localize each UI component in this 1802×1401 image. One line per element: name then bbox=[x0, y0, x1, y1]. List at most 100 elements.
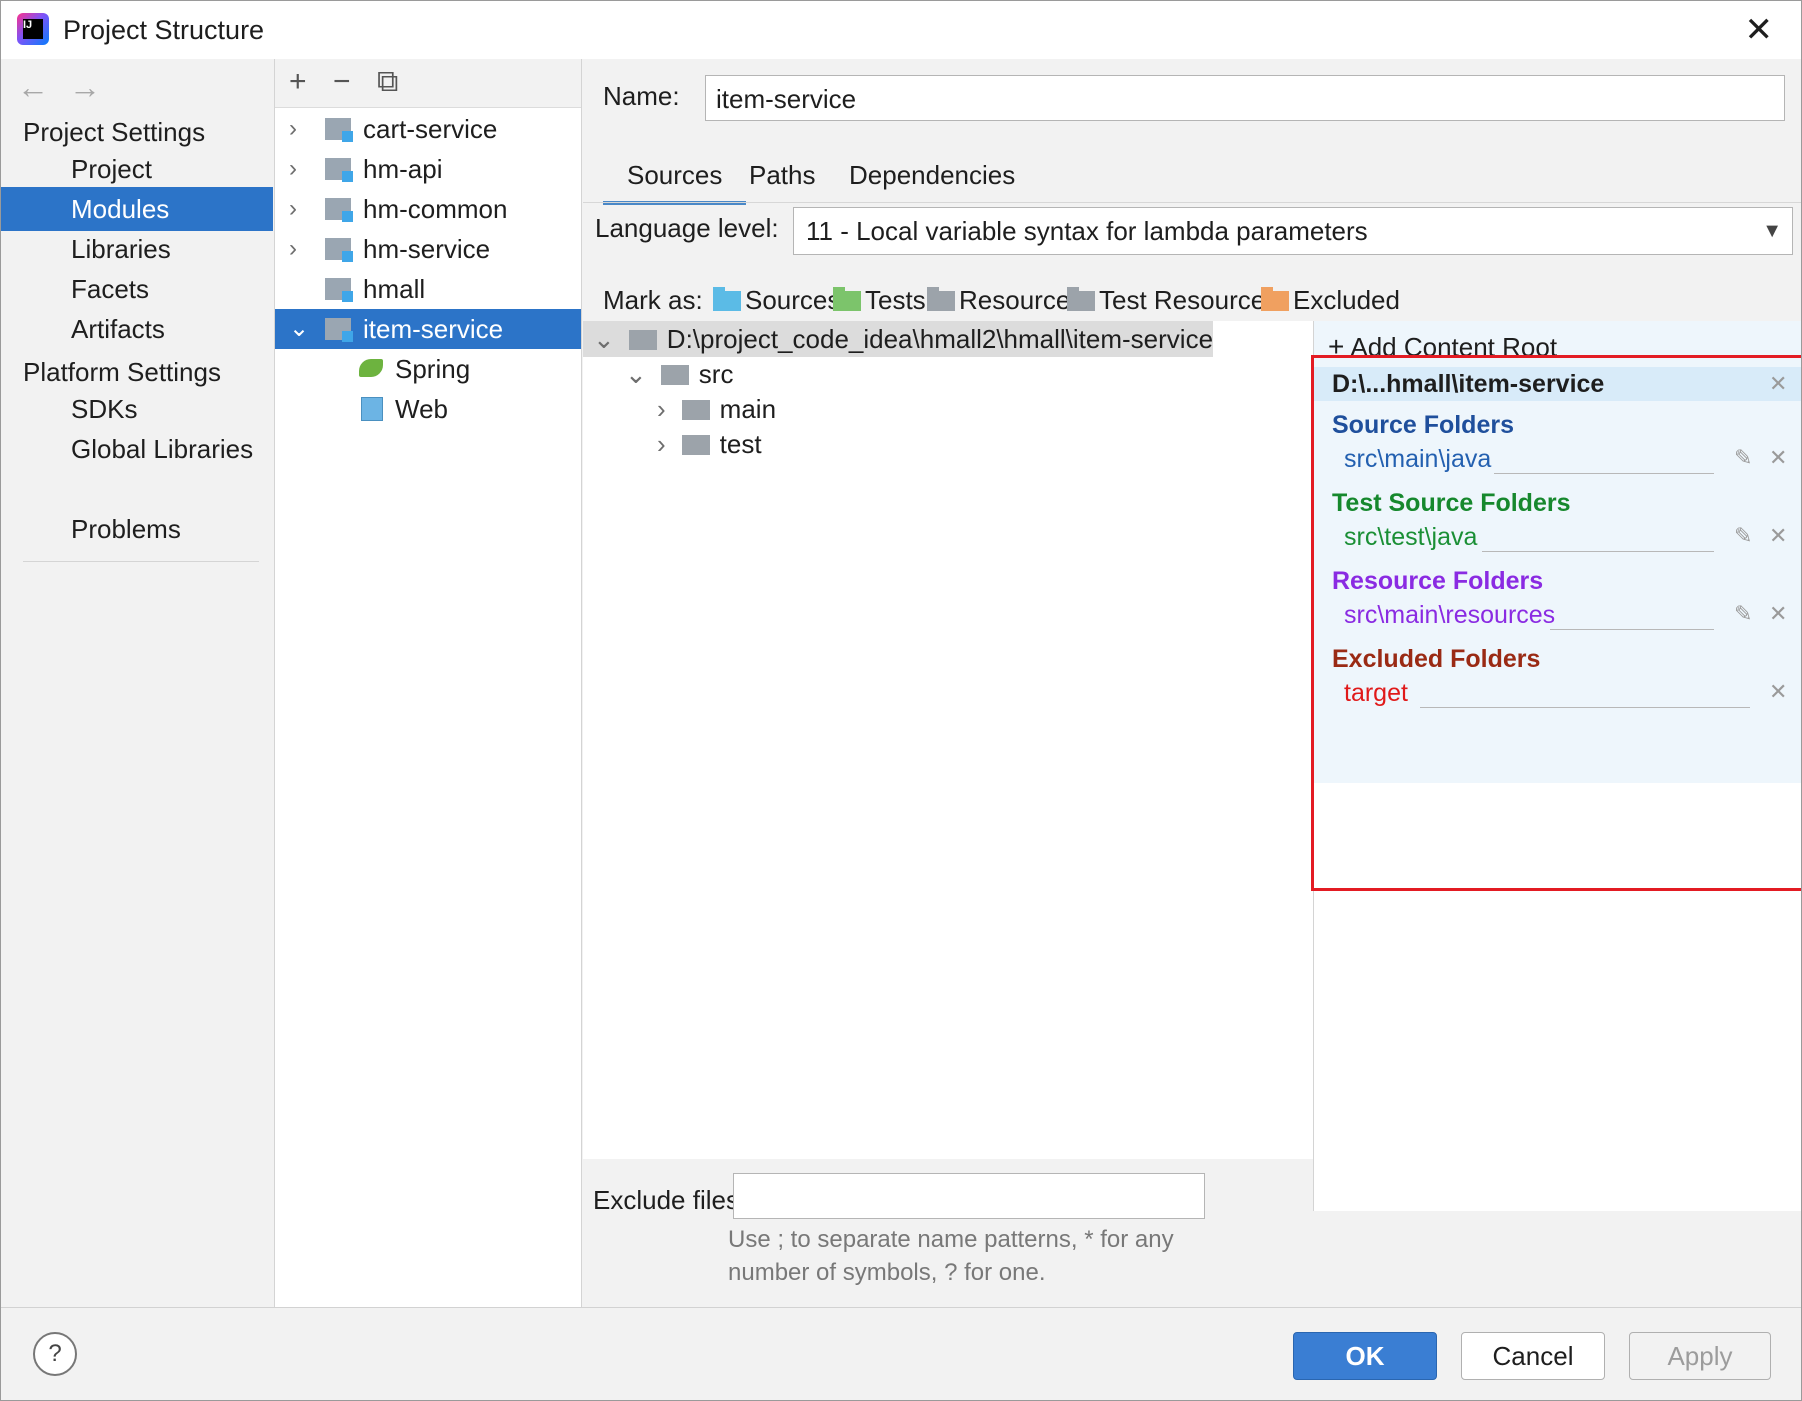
module-label: item-service bbox=[363, 314, 504, 344]
module-row-hmall[interactable]: hmall bbox=[275, 269, 581, 309]
nav-item-libraries[interactable]: Libraries bbox=[1, 227, 273, 271]
nav-item-project[interactable]: Project bbox=[1, 147, 273, 191]
chevron-right-icon[interactable]: › bbox=[289, 229, 297, 269]
module-label: cart-service bbox=[363, 114, 498, 144]
folder-label: main bbox=[719, 394, 777, 424]
folder-row-src[interactable]: ⌄ src bbox=[625, 354, 733, 394]
cancel-button[interactable]: Cancel bbox=[1461, 1332, 1605, 1380]
folder-icon bbox=[628, 330, 657, 350]
content-root-row[interactable]: ⌄ D:\project_code_idea\hmall2\hmall\item-… bbox=[593, 319, 1213, 359]
chevron-down-icon[interactable]: ⌄ bbox=[625, 359, 647, 389]
module-row-hm-api[interactable]: › hm-api bbox=[275, 149, 581, 189]
module-list-panel: + − ⧉ › cart-service › hm-api › hm-commo… bbox=[274, 59, 582, 1307]
mark-test-resources-label: Test Resources bbox=[1099, 285, 1279, 315]
spring-leaf-icon bbox=[359, 359, 383, 377]
sources-folder-icon bbox=[713, 287, 741, 311]
facet-row-spring[interactable]: Spring bbox=[275, 349, 581, 389]
mark-excluded-button[interactable]: Excluded bbox=[1261, 285, 1400, 316]
chevron-down-icon[interactable]: ⌄ bbox=[593, 324, 615, 354]
nav-item-sdks[interactable]: SDKs bbox=[1, 387, 273, 431]
highlight-annotation-box bbox=[1311, 355, 1801, 891]
nav-divider bbox=[23, 561, 259, 562]
module-folder-icon bbox=[325, 238, 353, 262]
exclude-files-hint: Use ; to separate name patterns, * for a… bbox=[728, 1223, 1228, 1289]
copy-module-icon[interactable]: ⧉ bbox=[377, 65, 398, 99]
mark-test-resources-button[interactable]: Test Resources bbox=[1067, 285, 1278, 316]
folder-row-test[interactable]: › test bbox=[657, 424, 762, 464]
exclude-hint-line-2: number of symbols, ? for one. bbox=[728, 1259, 1046, 1286]
facet-row-web[interactable]: Web bbox=[275, 389, 581, 429]
module-label: hm-api bbox=[363, 154, 443, 184]
chevron-right-icon[interactable]: › bbox=[289, 109, 297, 149]
add-module-icon[interactable]: + bbox=[289, 65, 307, 99]
folder-icon bbox=[660, 365, 689, 385]
module-row-hm-service[interactable]: › hm-service bbox=[275, 229, 581, 269]
exclude-hint-line-1: Use ; to separate name patterns, * for a… bbox=[728, 1226, 1174, 1253]
project-settings-header: Project Settings bbox=[23, 117, 206, 147]
mark-sources-label: Sources bbox=[745, 285, 841, 315]
exclude-files-area: Exclude files: Use ; to separate name pa… bbox=[583, 1159, 1313, 1307]
nav-item-artifacts[interactable]: Artifacts bbox=[1, 307, 273, 351]
tests-folder-icon bbox=[833, 287, 861, 311]
test-resources-folder-icon bbox=[1067, 287, 1095, 311]
chevron-down-icon[interactable]: ⌄ bbox=[289, 309, 309, 349]
back-arrow-icon[interactable]: ← bbox=[17, 69, 69, 105]
language-level-label: Language level: bbox=[595, 213, 779, 243]
dropdown-arrow-icon[interactable]: ▼ bbox=[1762, 208, 1782, 254]
back-forward-arrows[interactable]: ←→ bbox=[17, 69, 121, 106]
mark-sources-button[interactable]: Sources bbox=[713, 285, 840, 316]
tab-dependencies[interactable]: Dependencies bbox=[825, 149, 1039, 201]
tab-paths[interactable]: Paths bbox=[725, 149, 840, 201]
chevron-right-icon[interactable]: › bbox=[289, 149, 297, 189]
help-icon[interactable]: ? bbox=[33, 1332, 77, 1376]
forward-arrow-icon[interactable]: → bbox=[69, 69, 121, 105]
module-name-input[interactable]: item-service bbox=[705, 75, 1785, 121]
module-toolbar: + − ⧉ bbox=[275, 59, 581, 108]
folder-row-main[interactable]: › main bbox=[657, 389, 776, 429]
mark-resources-label: Resources bbox=[959, 285, 1084, 315]
settings-navigation: ←→ Project Settings Project Modules Libr… bbox=[1, 59, 273, 1307]
exclude-files-label: Exclude files: bbox=[593, 1185, 747, 1215]
resources-folder-icon bbox=[927, 287, 955, 311]
module-folder-icon bbox=[325, 278, 353, 302]
nav-item-modules[interactable]: Modules bbox=[1, 187, 273, 231]
module-label: hm-service bbox=[363, 234, 491, 264]
mark-tests-label: Tests bbox=[865, 285, 926, 315]
mark-resources-button[interactable]: Resources bbox=[927, 285, 1083, 316]
language-level-select[interactable]: 11 - Local variable syntax for lambda pa… bbox=[793, 207, 1793, 255]
chevron-right-icon[interactable]: › bbox=[657, 394, 666, 424]
intellij-logo-icon: IJ bbox=[17, 13, 49, 45]
mark-excluded-label: Excluded bbox=[1293, 285, 1400, 315]
folder-icon bbox=[681, 400, 710, 420]
excluded-folder-icon bbox=[1261, 287, 1289, 311]
module-row-hm-common[interactable]: › hm-common bbox=[275, 189, 581, 229]
module-folder-icon bbox=[325, 158, 353, 182]
module-row-item-service[interactable]: ⌄ item-service bbox=[275, 309, 581, 349]
platform-settings-header: Platform Settings bbox=[23, 357, 221, 387]
title-bar: IJ Project Structure ✕ bbox=[1, 1, 1801, 59]
name-label: Name: bbox=[603, 81, 680, 111]
chevron-right-icon[interactable]: › bbox=[657, 429, 666, 459]
exclude-files-input[interactable] bbox=[733, 1173, 1205, 1219]
project-structure-dialog: IJ Project Structure ✕ ←→ Project Settin… bbox=[0, 0, 1802, 1401]
chevron-right-icon[interactable]: › bbox=[289, 189, 297, 229]
folder-icon bbox=[681, 435, 710, 455]
nav-item-facets[interactable]: Facets bbox=[1, 267, 273, 311]
remove-module-icon[interactable]: − bbox=[333, 65, 351, 99]
root-path-label: D:\project_code_idea\hmall2\hmall\item-s… bbox=[666, 324, 1214, 354]
facet-label: Web bbox=[395, 394, 448, 424]
nav-item-global-libraries[interactable]: Global Libraries bbox=[1, 427, 273, 471]
close-icon[interactable]: ✕ bbox=[1745, 13, 1774, 47]
module-folder-icon bbox=[325, 118, 353, 142]
window-title: Project Structure bbox=[63, 15, 265, 45]
mark-tests-button[interactable]: Tests bbox=[833, 285, 926, 316]
ok-button[interactable]: OK bbox=[1293, 1332, 1437, 1380]
apply-button[interactable]: Apply bbox=[1629, 1332, 1771, 1380]
module-row-cart-service[interactable]: › cart-service bbox=[275, 109, 581, 149]
tab-divider bbox=[583, 202, 1801, 203]
folder-label: test bbox=[719, 429, 762, 459]
content-tree: ⌄ D:\project_code_idea\hmall2\hmall\item-… bbox=[583, 321, 1314, 1211]
module-label: hmall bbox=[363, 274, 426, 304]
folder-label: src bbox=[698, 359, 734, 389]
nav-item-problems[interactable]: Problems bbox=[1, 507, 273, 551]
